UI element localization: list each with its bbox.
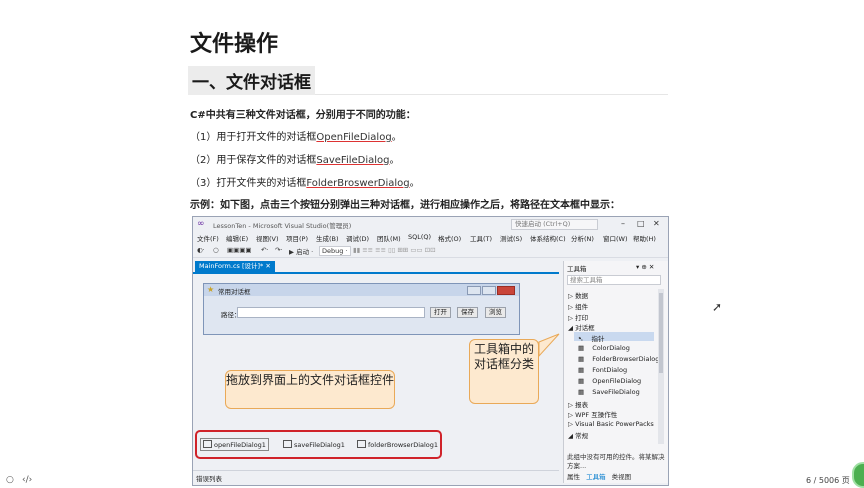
menu-tools[interactable]: 工具(T) xyxy=(470,233,492,243)
toolbox-item-savefiledialog[interactable]: ▦ SaveFileDialog xyxy=(578,388,640,396)
callout-drag-controls: 拖放到界面上的文件对话框控件 xyxy=(225,370,395,409)
toolbox-title: 工具箱 xyxy=(567,265,587,273)
document-tabbar: MainForm.cs [设计]* ✕ xyxy=(193,261,559,274)
item-open: （1）用于打开文件的对话框OpenFileDialog。 xyxy=(190,132,402,143)
menu-edit[interactable]: 编辑(E) xyxy=(226,233,248,243)
form-maximize-icon[interactable] xyxy=(482,286,496,295)
component-savefiledialog[interactable]: saveFileDialog1 xyxy=(283,440,345,449)
toolbox-pin-icon[interactable]: ▾ ⊕ ✕ xyxy=(636,263,654,271)
browse-button[interactable]: 浏览 xyxy=(485,307,506,318)
callout-pointer xyxy=(538,333,560,358)
toolbox-group-components[interactable]: ▷ 组件 xyxy=(568,301,588,311)
menu-view[interactable]: 视图(V) xyxy=(256,233,279,243)
toolbox-item-openfiledialog[interactable]: ▦ OpenFileDialog xyxy=(578,377,641,385)
toolbox-scrollbar[interactable] xyxy=(658,289,664,444)
redo-icon[interactable]: ↷· xyxy=(275,246,283,254)
undo-icon[interactable]: ↶· xyxy=(261,246,269,254)
menu-debug[interactable]: 调试(D) xyxy=(346,233,369,243)
close-icon[interactable]: ✕ xyxy=(653,219,660,228)
toolbox-group-dialogs[interactable]: ◢ 对话框 xyxy=(568,322,595,332)
toolbox-panel: 工具箱 ▾ ⊕ ✕ 搜索工具箱 ▷ 数据 ▷ 组件 ▷ 打印 ◢ 对话框 ➷ 指… xyxy=(563,261,668,483)
save-icons[interactable]: ▣▣▣▣ xyxy=(227,246,252,254)
tab-class-view[interactable]: 类视图 xyxy=(612,473,632,481)
panel-tabs: 属性 工具箱 类视图 xyxy=(567,471,667,481)
tab-properties[interactable]: 属性 xyxy=(567,473,580,481)
callout-toolbox-category: 工具箱中的对话框分类 xyxy=(469,339,539,404)
circle-icon[interactable]: ○ xyxy=(6,475,14,485)
item-save: （2）用于保存文件的对话框SaveFileDialog。 xyxy=(190,155,400,166)
item-folder: （3）打开文件夹的对话框FolderBroswerDialog。 xyxy=(190,178,420,189)
floating-action-button[interactable] xyxy=(852,462,864,488)
vs-menubar: 文件(F) 编辑(E) 视图(V) 项目(P) 生成(B) 调试(D) 团队(M… xyxy=(193,232,668,243)
folderbrowserdialog-term: FolderBroswerDialog xyxy=(306,178,410,189)
page-indicator: 6 / 5006 页 xyxy=(806,476,850,485)
vs-window-title: LessonTen - Microsoft Visual Studio(管理员) xyxy=(213,222,352,230)
error-list-tab[interactable]: 错误列表 xyxy=(196,473,222,483)
menu-architecture[interactable]: 体系结构(C) xyxy=(530,233,566,243)
visual-studio-icon: ∞ xyxy=(197,219,205,229)
toolbox-group-vb-powerpacks[interactable]: ▷ Visual Basic PowerPacks xyxy=(568,420,654,428)
menu-analyze[interactable]: 分析(N) xyxy=(571,233,594,243)
page-title: 文件操作 xyxy=(190,32,279,57)
toolbox-group-data[interactable]: ▷ 数据 xyxy=(568,290,588,300)
example-text: 示例：如下图，点击三个按钮分别弹出三种对话框，进行相应操作之后，将路径在文本框中… xyxy=(190,200,620,211)
code-icon[interactable]: ‹/› xyxy=(22,475,32,485)
menu-format[interactable]: 格式(O) xyxy=(438,233,461,243)
section-heading-wrap: 一、文件对话框 xyxy=(188,64,668,95)
tab-mainform-design[interactable]: MainForm.cs [设计]* ✕ xyxy=(195,261,275,272)
toolbox-group-reports[interactable]: ▷ 报表 xyxy=(568,399,588,409)
form-title: 常用对话框 xyxy=(218,288,251,296)
menu-project[interactable]: 项目(P) xyxy=(286,233,308,243)
layout-icons[interactable]: ▮▮ ≡≡ ≡≡ ▯▯ ⊞⊞ ▭▭ ⊡⊡ xyxy=(353,246,436,254)
component-openfiledialog[interactable]: openFileDialog1 xyxy=(200,438,269,451)
open-button[interactable]: 打开 xyxy=(430,307,451,318)
toolbox-search-input[interactable]: 搜索工具箱 xyxy=(567,275,661,285)
visual-studio-screenshot: ∞ LessonTen - Microsoft Visual Studio(管理… xyxy=(192,216,669,486)
toolbox-group-wpf[interactable]: ▷ WPF 互操作性 xyxy=(568,409,617,419)
component-folderbrowserdialog[interactable]: folderBrowserDialog1 xyxy=(357,440,438,449)
form-icon: ★ xyxy=(207,285,215,294)
form-close-icon[interactable] xyxy=(497,286,515,295)
toolbox-header: 工具箱 ▾ ⊕ ✕ xyxy=(564,261,668,273)
intro-text: C#中共有三种文件对话框，分别用于不同的功能： xyxy=(190,110,416,121)
path-textbox[interactable] xyxy=(237,307,425,318)
toolbox-item-fontdialog[interactable]: ▦ FontDialog xyxy=(578,366,627,374)
openfiledialog-term: OpenFileDialog xyxy=(316,132,392,143)
toolbox-empty-note: 此组中没有可用的控件。将某解决方案... xyxy=(567,453,665,470)
back-icon[interactable]: ◐· xyxy=(197,246,205,254)
forward-icon[interactable]: ○ xyxy=(213,246,219,254)
component-tray: openFileDialog1 saveFileDialog1 folderBr… xyxy=(195,430,442,459)
menu-team[interactable]: 团队(M) xyxy=(377,233,401,243)
menu-file[interactable]: 文件(F) xyxy=(197,233,219,243)
form-titlebar: ★ 常用对话框 xyxy=(204,284,519,296)
form-preview: ★ 常用对话框 路径： 打开 保存 浏览 xyxy=(203,283,520,335)
mouse-cursor-icon: ➚ xyxy=(712,300,723,314)
menu-sql[interactable]: SQL(Q) xyxy=(408,233,431,241)
toolbox-item-pointer[interactable]: ➷ 指针 xyxy=(578,333,605,343)
menu-build[interactable]: 生成(B) xyxy=(316,233,339,243)
menu-window[interactable]: 窗口(W) xyxy=(603,233,628,243)
error-list-bar: 错误列表 xyxy=(193,470,559,483)
start-debug-button[interactable]: ▶ 启动 · xyxy=(289,246,313,256)
vs-titlebar: ∞ LessonTen - Microsoft Visual Studio(管理… xyxy=(193,217,668,231)
form-minimize-icon[interactable] xyxy=(467,286,481,295)
toolbox-group-printing[interactable]: ▷ 打印 xyxy=(568,312,588,322)
config-select[interactable]: Debug · xyxy=(319,246,351,256)
savefiledialog-term: SaveFileDialog xyxy=(316,155,390,166)
menu-test[interactable]: 测试(S) xyxy=(500,233,522,243)
maximize-icon[interactable]: □ xyxy=(637,219,645,228)
section-heading: 一、文件对话框 xyxy=(188,66,315,95)
quick-launch-input[interactable]: 快速启动 (Ctrl+Q) xyxy=(511,219,598,230)
save-button[interactable]: 保存 xyxy=(457,307,478,318)
vs-toolbar: ◐· ○ ▣▣▣▣ ↶· ↷· ▶ 启动 · Debug · ▮▮ ≡≡ ≡≡ … xyxy=(193,244,668,258)
toolbox-item-folderbrowserdialog[interactable]: ▦ FolderBrowserDialog xyxy=(578,355,659,363)
menu-help[interactable]: 帮助(H) xyxy=(633,233,656,243)
designer-surface: ★ 常用对话框 路径： 打开 保存 浏览 拖放到界面上的文件对话框控件 工具箱中… xyxy=(193,274,560,470)
toolbox-group-general[interactable]: ◢ 常规 xyxy=(568,430,588,440)
minimize-icon[interactable]: – xyxy=(621,219,625,228)
tab-toolbox[interactable]: 工具箱 xyxy=(586,473,606,481)
toolbox-item-colordialog[interactable]: ▦ ColorDialog xyxy=(578,344,630,352)
